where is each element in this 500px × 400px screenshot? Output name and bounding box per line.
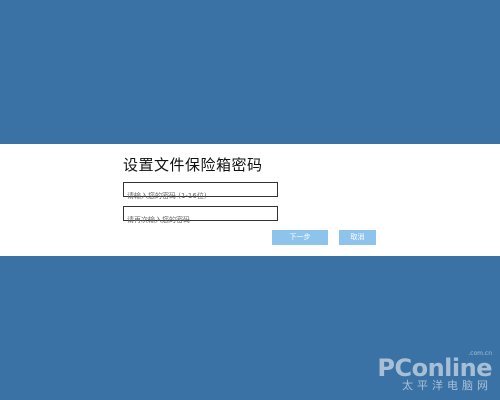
- watermark-logo: .com.cn PConline 太平洋电脑网: [377, 350, 492, 392]
- next-button[interactable]: 下一步: [272, 230, 328, 245]
- confirm-password-input[interactable]: [124, 213, 277, 227]
- watermark-domain: .com.cn: [468, 350, 492, 357]
- watermark-brand: PConline: [377, 354, 492, 382]
- confirm-password-field[interactable]: [123, 206, 278, 227]
- password-input[interactable]: [124, 189, 277, 203]
- dialog-title: 设置文件保险箱密码: [123, 156, 263, 174]
- screen: 设置文件保险箱密码 下一步 取消 .com.cn PConline 太平洋电脑网: [0, 0, 500, 400]
- cancel-button[interactable]: 取消: [339, 230, 376, 245]
- password-field[interactable]: [123, 182, 278, 203]
